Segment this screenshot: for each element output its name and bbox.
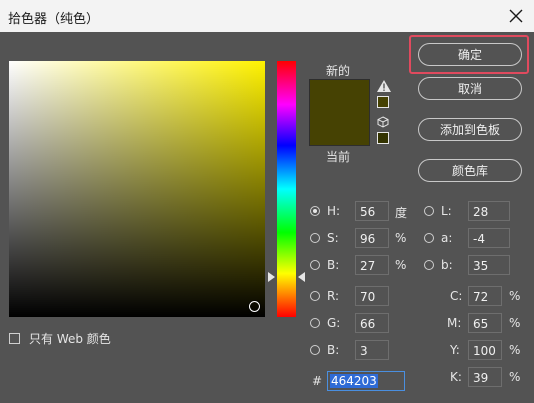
h-input[interactable]: 56 bbox=[355, 201, 389, 221]
websafe-swatch[interactable] bbox=[377, 132, 389, 144]
hex-input[interactable]: 464203 bbox=[327, 371, 405, 391]
color-preview-swatch bbox=[309, 79, 370, 146]
radio-g[interactable] bbox=[310, 318, 320, 328]
m-unit: % bbox=[509, 316, 521, 330]
k-unit: % bbox=[509, 370, 521, 384]
cancel-button[interactable]: 取消 bbox=[418, 77, 522, 100]
k-input[interactable]: 39 bbox=[468, 367, 502, 387]
gamut-warning-swatch[interactable] bbox=[377, 96, 389, 108]
y-label: Y: bbox=[450, 343, 460, 357]
radio-h[interactable] bbox=[310, 206, 320, 216]
radio-r[interactable] bbox=[310, 291, 320, 301]
rgb-b-input[interactable]: 3 bbox=[355, 340, 389, 360]
r-input[interactable]: 70 bbox=[355, 286, 389, 306]
hex-label: # bbox=[312, 374, 323, 388]
radio-a[interactable] bbox=[424, 233, 434, 243]
gamut-warning-icon[interactable] bbox=[377, 80, 391, 92]
color-field[interactable] bbox=[9, 61, 265, 317]
title-bar: 拾色器（纯色） bbox=[0, 0, 534, 32]
close-button[interactable] bbox=[504, 4, 528, 28]
h-unit: 度 bbox=[395, 206, 408, 220]
radio-rgb-b[interactable] bbox=[310, 345, 320, 355]
h-label: H: bbox=[327, 204, 341, 218]
s-label: S: bbox=[327, 231, 339, 245]
hex-value-selection: 464203 bbox=[330, 374, 378, 388]
lab-b-input[interactable]: 35 bbox=[468, 255, 510, 275]
close-icon bbox=[509, 9, 523, 23]
l-label: L: bbox=[441, 204, 452, 218]
s-input[interactable]: 96 bbox=[355, 228, 389, 248]
add-to-swatches-button[interactable]: 添加到色板 bbox=[418, 118, 522, 141]
m-label: M: bbox=[447, 316, 462, 330]
b-label: B: bbox=[327, 258, 340, 272]
hue-slider-left-handle[interactable] bbox=[268, 272, 275, 282]
websafe-cube-icon[interactable] bbox=[377, 116, 389, 128]
r-label: R: bbox=[327, 289, 340, 303]
c-unit: % bbox=[509, 289, 521, 303]
rgb-b-label: B: bbox=[327, 343, 340, 357]
radio-b[interactable] bbox=[310, 260, 320, 270]
web-colors-only-checkbox[interactable] bbox=[9, 333, 20, 344]
new-color-label: 新的 bbox=[326, 64, 351, 78]
g-input[interactable]: 66 bbox=[355, 313, 389, 333]
a-input[interactable]: -4 bbox=[468, 228, 510, 248]
g-label: G: bbox=[327, 316, 341, 330]
k-label: K: bbox=[450, 370, 462, 384]
m-input[interactable]: 65 bbox=[468, 313, 502, 333]
c-input[interactable]: 72 bbox=[468, 286, 502, 306]
b-input[interactable]: 27 bbox=[355, 255, 389, 275]
color-field-marker[interactable] bbox=[249, 301, 260, 312]
hue-slider-right-handle[interactable] bbox=[298, 272, 305, 282]
y-unit: % bbox=[509, 343, 521, 357]
s-unit: % bbox=[395, 231, 407, 245]
current-color-label: 当前 bbox=[326, 150, 351, 164]
hue-slider[interactable] bbox=[277, 61, 296, 317]
b-unit: % bbox=[395, 258, 407, 272]
ok-button[interactable]: 确定 bbox=[418, 43, 522, 66]
y-input[interactable]: 100 bbox=[468, 340, 502, 360]
radio-lab-b[interactable] bbox=[424, 260, 434, 270]
radio-l[interactable] bbox=[424, 206, 434, 216]
radio-s[interactable] bbox=[310, 233, 320, 243]
web-colors-only-label[interactable]: 只有 Web 颜色 bbox=[29, 330, 111, 347]
a-label: a: bbox=[441, 231, 453, 245]
lab-b-label: b: bbox=[441, 258, 453, 272]
window-title: 拾色器（纯色） bbox=[8, 12, 100, 27]
color-libraries-button[interactable]: 颜色库 bbox=[418, 159, 522, 182]
l-input[interactable]: 28 bbox=[468, 201, 510, 221]
c-label: C: bbox=[450, 289, 463, 303]
